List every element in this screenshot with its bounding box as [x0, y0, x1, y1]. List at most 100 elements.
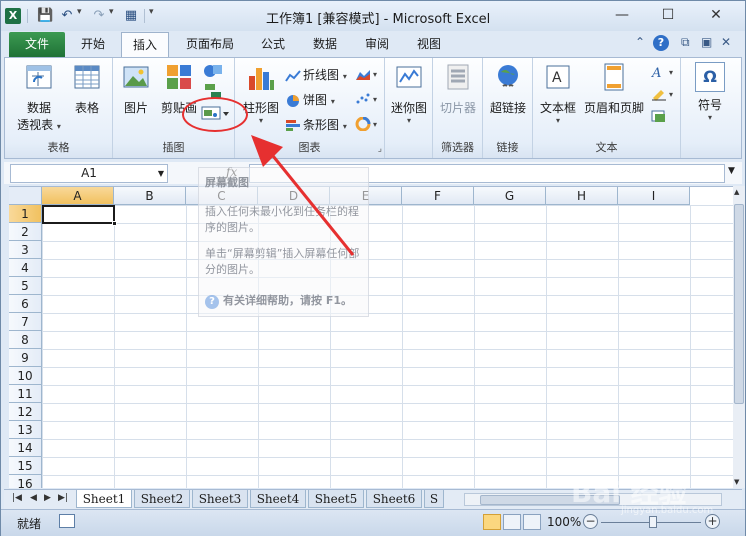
- maximize-button[interactable]: ☐: [653, 5, 683, 25]
- column-header[interactable]: F: [402, 187, 474, 205]
- signature-line-button[interactable]: ▾: [651, 86, 673, 101]
- row-header[interactable]: 9: [9, 349, 42, 367]
- normal-view-icon[interactable]: [483, 514, 501, 530]
- vertical-scrollbar[interactable]: ▲ ▼: [733, 186, 745, 488]
- first-sheet-icon[interactable]: |◀: [12, 493, 22, 503]
- row-header[interactable]: 14: [9, 439, 42, 457]
- column-header[interactable]: G: [474, 187, 546, 205]
- calculator-icon[interactable]: ▦: [123, 8, 139, 24]
- macro-record-icon[interactable]: [59, 514, 75, 528]
- hyperlink-button[interactable]: 超链接: [485, 62, 531, 116]
- select-all-button[interactable]: [9, 187, 42, 205]
- sheet-tab[interactable]: Sheet2: [134, 490, 190, 508]
- sheet-tab[interactable]: Sheet6: [366, 490, 422, 508]
- excel-window: X 💾 ↶ ▾ ↷ ▾ ▦ ▾ 工作簿1 [兼容模式] - Microsoft …: [0, 0, 746, 536]
- scroll-up-icon[interactable]: ▲: [734, 188, 739, 196]
- active-cell[interactable]: [42, 205, 115, 224]
- pie-chart-button[interactable]: 饼图 ▾: [285, 91, 335, 108]
- row-header[interactable]: 12: [9, 403, 42, 421]
- zoom-out-button[interactable]: −: [583, 514, 598, 529]
- tab-view[interactable]: 视图: [407, 32, 451, 57]
- wordart-button[interactable]: A ▾: [651, 64, 673, 79]
- cell-area[interactable]: [42, 205, 733, 488]
- minimize-button[interactable]: —: [607, 5, 637, 25]
- scroll-down-icon[interactable]: ▼: [734, 478, 739, 486]
- bar-chart-button[interactable]: 条形图 ▾: [285, 116, 347, 133]
- tab-review[interactable]: 审阅: [355, 32, 399, 57]
- worksheet-grid: ABCDEFGHI 12345678910111213141516: [9, 186, 733, 488]
- sheet-tab[interactable]: Sheet1: [76, 490, 132, 508]
- redo-dropdown-icon[interactable]: ▾: [109, 7, 114, 17]
- row-header[interactable]: 7: [9, 313, 42, 331]
- zoom-level[interactable]: 100%: [547, 515, 581, 529]
- page-break-view-icon[interactable]: [523, 514, 541, 530]
- page-layout-view-icon[interactable]: [503, 514, 521, 530]
- shapes-button[interactable]: [203, 62, 225, 83]
- ribbon-minimize-icon[interactable]: ⌃: [635, 35, 645, 49]
- last-sheet-icon[interactable]: ▶|: [58, 493, 68, 503]
- tab-file[interactable]: 文件: [9, 32, 65, 57]
- other-charts-button[interactable]: ▾: [355, 116, 377, 131]
- restore-window-icon[interactable]: ▣: [701, 35, 712, 49]
- customize-toolbar-icon[interactable]: ▾: [149, 7, 154, 17]
- row-header[interactable]: 10: [9, 367, 42, 385]
- row-header[interactable]: 2: [9, 223, 42, 241]
- column-header[interactable]: I: [618, 187, 690, 205]
- vertical-scroll-thumb[interactable]: [734, 204, 744, 404]
- tab-page-layout[interactable]: 页面布局: [177, 32, 243, 57]
- redo-icon[interactable]: ↷: [91, 8, 107, 24]
- excel-logo-icon[interactable]: X: [5, 8, 21, 24]
- pivot-table-button[interactable]: 数据 透视表 ▾: [11, 62, 67, 133]
- row-header[interactable]: 4: [9, 259, 42, 277]
- tab-data[interactable]: 数据: [303, 32, 347, 57]
- column-header[interactable]: B: [114, 187, 186, 205]
- object-button[interactable]: [651, 108, 669, 123]
- zoom-slider-thumb[interactable]: [649, 516, 657, 528]
- prev-sheet-icon[interactable]: ◀: [30, 493, 37, 503]
- picture-button[interactable]: 图片: [117, 62, 155, 116]
- row-header[interactable]: 11: [9, 385, 42, 403]
- table-button[interactable]: 表格: [67, 62, 107, 116]
- sheet-tab[interactable]: Sheet3: [192, 490, 248, 508]
- row-header[interactable]: 3: [9, 241, 42, 259]
- row-header[interactable]: 6: [9, 295, 42, 313]
- tab-home[interactable]: 开始: [71, 32, 115, 57]
- formula-bar: A1 ▼ fx ▼: [4, 162, 742, 184]
- next-sheet-icon[interactable]: ▶: [44, 493, 51, 503]
- row-header[interactable]: 8: [9, 331, 42, 349]
- group-tables-label: 表格: [47, 141, 70, 154]
- sheet-tab[interactable]: Sheet5: [308, 490, 364, 508]
- name-box[interactable]: A1 ▼: [10, 164, 168, 183]
- undo-icon[interactable]: ↶: [59, 8, 75, 24]
- row-header[interactable]: 13: [9, 421, 42, 439]
- column-header[interactable]: H: [546, 187, 618, 205]
- help-icon[interactable]: ?: [653, 35, 669, 51]
- tab-insert[interactable]: 插入: [121, 32, 169, 57]
- undo-dropdown-icon[interactable]: ▾: [77, 7, 82, 17]
- zoom-in-button[interactable]: +: [705, 514, 720, 529]
- row-header[interactable]: 5: [9, 277, 42, 295]
- textbox-button[interactable]: A 文本框 ▾: [535, 62, 581, 125]
- sheet-tab[interactable]: Sheet4: [250, 490, 306, 508]
- tab-formulas[interactable]: 公式: [251, 32, 295, 57]
- symbol-button[interactable]: Ω 符号 ▾: [687, 62, 733, 122]
- charts-dialog-launcher-icon[interactable]: ⌟: [378, 144, 382, 154]
- expand-formula-bar-icon[interactable]: ▼: [728, 166, 735, 176]
- sheet-tab[interactable]: S: [424, 490, 444, 508]
- close-button[interactable]: ✕: [701, 5, 731, 25]
- close-workbook-icon[interactable]: ✕: [721, 35, 731, 49]
- line-chart-button[interactable]: 折线图 ▾: [285, 66, 347, 83]
- save-icon[interactable]: 💾: [37, 8, 53, 24]
- row-header[interactable]: 1: [9, 205, 42, 223]
- row-header[interactable]: 16: [9, 475, 42, 488]
- column-header[interactable]: A: [42, 187, 114, 205]
- header-footer-button[interactable]: 页眉和页脚: [581, 62, 647, 116]
- chevron-down-icon[interactable]: ▼: [158, 165, 164, 182]
- slicer-button[interactable]: 切片器: [435, 62, 481, 116]
- restore-workbook-icon[interactable]: ⧉: [681, 35, 690, 50]
- scatter-chart-button[interactable]: ▾: [355, 91, 377, 106]
- fill-handle[interactable]: [112, 221, 117, 226]
- area-chart-button[interactable]: ▾: [355, 66, 377, 81]
- sparkline-button[interactable]: 迷你图 ▾: [387, 62, 431, 125]
- row-header[interactable]: 15: [9, 457, 42, 475]
